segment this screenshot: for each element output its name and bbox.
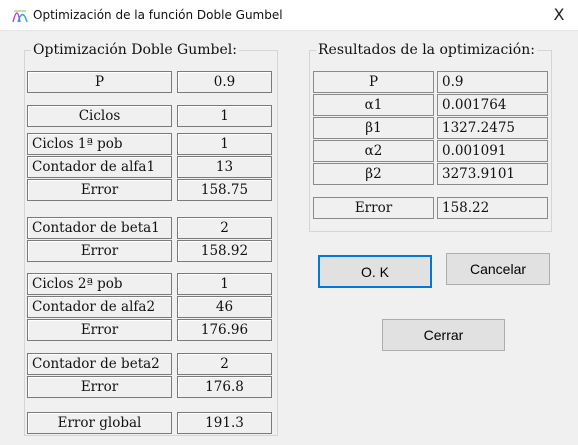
ciclos-1-pob-label: Ciclos 1ª pob	[27, 133, 172, 155]
contador-alfa2-value: 46	[177, 296, 272, 318]
ok-button[interactable]: O. K	[318, 255, 432, 288]
error-global-label: Error global	[27, 412, 172, 434]
ciclos-value: 1	[177, 105, 272, 127]
dialog-body: Optimización Doble Gumbel: P 0.9 Ciclos …	[0, 31, 578, 445]
result-alpha2-value: 0.001091	[437, 140, 548, 162]
error-beta1-label: Error	[27, 240, 172, 262]
cancel-button[interactable]: Cancelar	[446, 253, 550, 285]
result-beta1-label: β1	[313, 117, 434, 139]
error-alfa1-label: Error	[27, 179, 172, 201]
result-p-value: 0.9	[437, 71, 548, 93]
result-p-label: P	[313, 71, 434, 93]
result-beta2-value: 3273.9101	[437, 163, 548, 185]
results-group-title: Resultados de la optimización:	[316, 42, 537, 58]
title-bar: Optimización de la función Doble Gumbel …	[0, 0, 578, 31]
error-beta2-label: Error	[27, 376, 172, 398]
error-global-value: 191.3	[177, 412, 272, 434]
close-button[interactable]: Cerrar	[382, 319, 505, 351]
contador-beta1-label: Contador de beta1	[27, 217, 172, 239]
p-label: P	[27, 71, 172, 93]
error-beta2-value: 176.8	[177, 376, 272, 398]
error-alfa1-value: 158.75	[177, 179, 272, 201]
result-error-value: 158.22	[437, 197, 548, 219]
error-alfa2-label: Error	[27, 319, 172, 341]
ciclos-1-pob-value: 1	[177, 133, 272, 155]
result-beta2-label: β2	[313, 163, 434, 185]
result-alpha1-value: 0.001764	[437, 94, 548, 116]
result-alpha1-label: α1	[313, 94, 434, 116]
result-error-label: Error	[313, 197, 434, 219]
optimization-group-title: Optimización Doble Gumbel:	[31, 42, 239, 58]
error-beta1-value: 158.92	[177, 240, 272, 262]
ciclos-label: Ciclos	[27, 105, 172, 127]
contador-alfa1-label: Contador de alfa1	[27, 156, 172, 178]
contador-beta2-value: 2	[177, 353, 272, 375]
result-alpha2-label: α2	[313, 140, 434, 162]
close-icon[interactable]: X	[554, 5, 565, 24]
close-window-button[interactable]: X	[546, 2, 572, 28]
ciclos-2-pob-label: Ciclos 2ª pob	[27, 273, 172, 295]
error-alfa2-value: 176.96	[177, 319, 272, 341]
contador-alfa1-value: 13	[177, 156, 272, 178]
contador-beta2-label: Contador de beta2	[27, 353, 172, 375]
result-beta1-value: 1327.2475	[437, 117, 548, 139]
contador-alfa2-label: Contador de alfa2	[27, 296, 172, 318]
contador-beta1-value: 2	[177, 217, 272, 239]
ciclos-2-pob-value: 1	[177, 273, 272, 295]
window-title: Optimización de la función Doble Gumbel	[33, 8, 283, 22]
app-gumbel-icon	[12, 10, 28, 23]
p-value: 0.9	[177, 71, 272, 93]
